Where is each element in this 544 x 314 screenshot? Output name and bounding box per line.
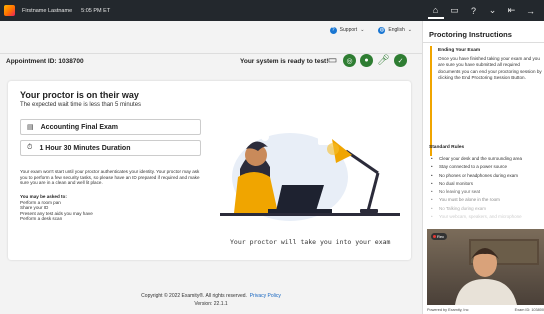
recording-badge: Rec: [431, 233, 447, 240]
exam-id: Exam ID: 103800: [514, 308, 544, 312]
clock-time: 5:05 PM ET: [81, 7, 111, 14]
user-name: Firstname Lastname: [22, 7, 73, 14]
monitor-icon: ▭: [327, 55, 338, 66]
chevron-down-icon[interactable]: ⌄: [485, 3, 501, 19]
top-bar: Firstname Lastname 5:05 PM ET ⌂ ▭ ? ⌄ ⇤ …: [0, 0, 544, 21]
rules-title: Standard Rules: [429, 145, 465, 150]
duration-text: 1 Hour 30 Minutes Duration: [39, 144, 131, 152]
illustration-caption: Your proctor will take you into your exa…: [230, 238, 391, 246]
instructions-text: Your exam won't start until your proctor…: [20, 169, 200, 186]
system-ready-text: Your system is ready to test!: [240, 58, 329, 65]
duration-box: ⏱ 1 Hour 30 Minutes Duration: [20, 140, 201, 156]
webcam-person: [455, 248, 517, 305]
chat-icon[interactable]: ▭: [447, 3, 463, 19]
recording-label: Rec: [437, 234, 445, 239]
exam-name-box: ▤ Accounting Final Exam: [20, 119, 201, 135]
list-item: No phones or headphones during exam: [431, 172, 543, 180]
privacy-policy-link[interactable]: Privacy Policy: [250, 293, 281, 299]
collapse-panel-icon[interactable]: ⇤: [504, 3, 520, 19]
ending-exam-title: Ending Your Exam: [438, 48, 481, 53]
chrome-icon: ◎: [343, 54, 356, 67]
arrow-right-icon[interactable]: →: [523, 3, 539, 19]
network-icon: ✓: [394, 54, 407, 67]
steps-list: Perform a room pan Share your ID Present…: [20, 200, 93, 222]
ending-exam-text: Once you have finished taking your exam …: [438, 56, 542, 80]
ending-exam-callout: Ending Your Exam Once you have finished …: [430, 46, 542, 156]
version-text: Version: 22.1.1: [194, 301, 228, 307]
wait-time-text: The expected wait time is less than 5 mi…: [20, 102, 142, 108]
proctoring-instructions-panel: Proctoring Instructions Ending Your Exam…: [422, 21, 544, 314]
document-icon: ▤: [27, 124, 34, 131]
proctor-illustration: [220, 133, 400, 221]
exam-name: Accounting Final Exam: [40, 123, 119, 131]
list-item: Stay connected to a power source: [431, 163, 543, 171]
card-title: Your proctor is on their way: [20, 90, 139, 100]
top-icon-group: ⌂ ▭ ? ⌄ ⇤ →: [422, 0, 544, 21]
language-dropdown[interactable]: ◍ English ⌄: [378, 26, 412, 34]
footer: Copyright © 2022 Examity®. All rights re…: [0, 293, 422, 299]
appointment-id: Appointment ID: 1038700: [6, 58, 84, 65]
examity-logo-icon: [4, 5, 15, 16]
home-icon[interactable]: ⌂: [427, 3, 444, 19]
panel-footer: Powered by Examity, Inc Exam ID: 103800: [427, 308, 544, 312]
proctor-wait-card: Your proctor is on their way The expecte…: [8, 81, 411, 260]
support-label: Support: [339, 27, 358, 33]
language-label: English: [388, 27, 405, 33]
help-icon[interactable]: ?: [466, 3, 482, 19]
chevron-down-icon: ⌄: [360, 27, 365, 33]
webcam-icon: ●: [360, 54, 373, 67]
powered-by: Powered by Examity, Inc: [427, 308, 469, 312]
copyright-text: Copyright © 2022 Examity®. All rights re…: [141, 293, 247, 299]
webcam-preview: Rec: [427, 229, 544, 305]
microphone-icon: 🎤︎: [377, 55, 390, 66]
panel-title: Proctoring Instructions: [429, 30, 512, 39]
timer-icon: ⏱: [27, 144, 33, 151]
divider: [423, 42, 544, 43]
chevron-down-icon: ⌄: [407, 27, 412, 33]
sub-bar: ? Support ⌄ ◍ English ⌄: [0, 21, 422, 39]
list-item: Perform a desk scan: [20, 216, 63, 222]
scroll-fade: [423, 181, 544, 229]
support-dropdown[interactable]: ? Support ⌄: [329, 26, 365, 34]
question-icon: ?: [329, 26, 337, 34]
ask-title: You may be asked to:: [20, 194, 67, 199]
main-area: ? Support ⌄ ◍ English ⌄ Appointment ID: …: [0, 21, 422, 314]
globe-icon: ◍: [378, 26, 386, 34]
system-check-icons: ▭ ◎ ● 🎤︎ ✓: [326, 54, 407, 67]
record-dot-icon: [433, 235, 436, 238]
list-item: Clear your desk and the surrounding area: [431, 155, 543, 163]
